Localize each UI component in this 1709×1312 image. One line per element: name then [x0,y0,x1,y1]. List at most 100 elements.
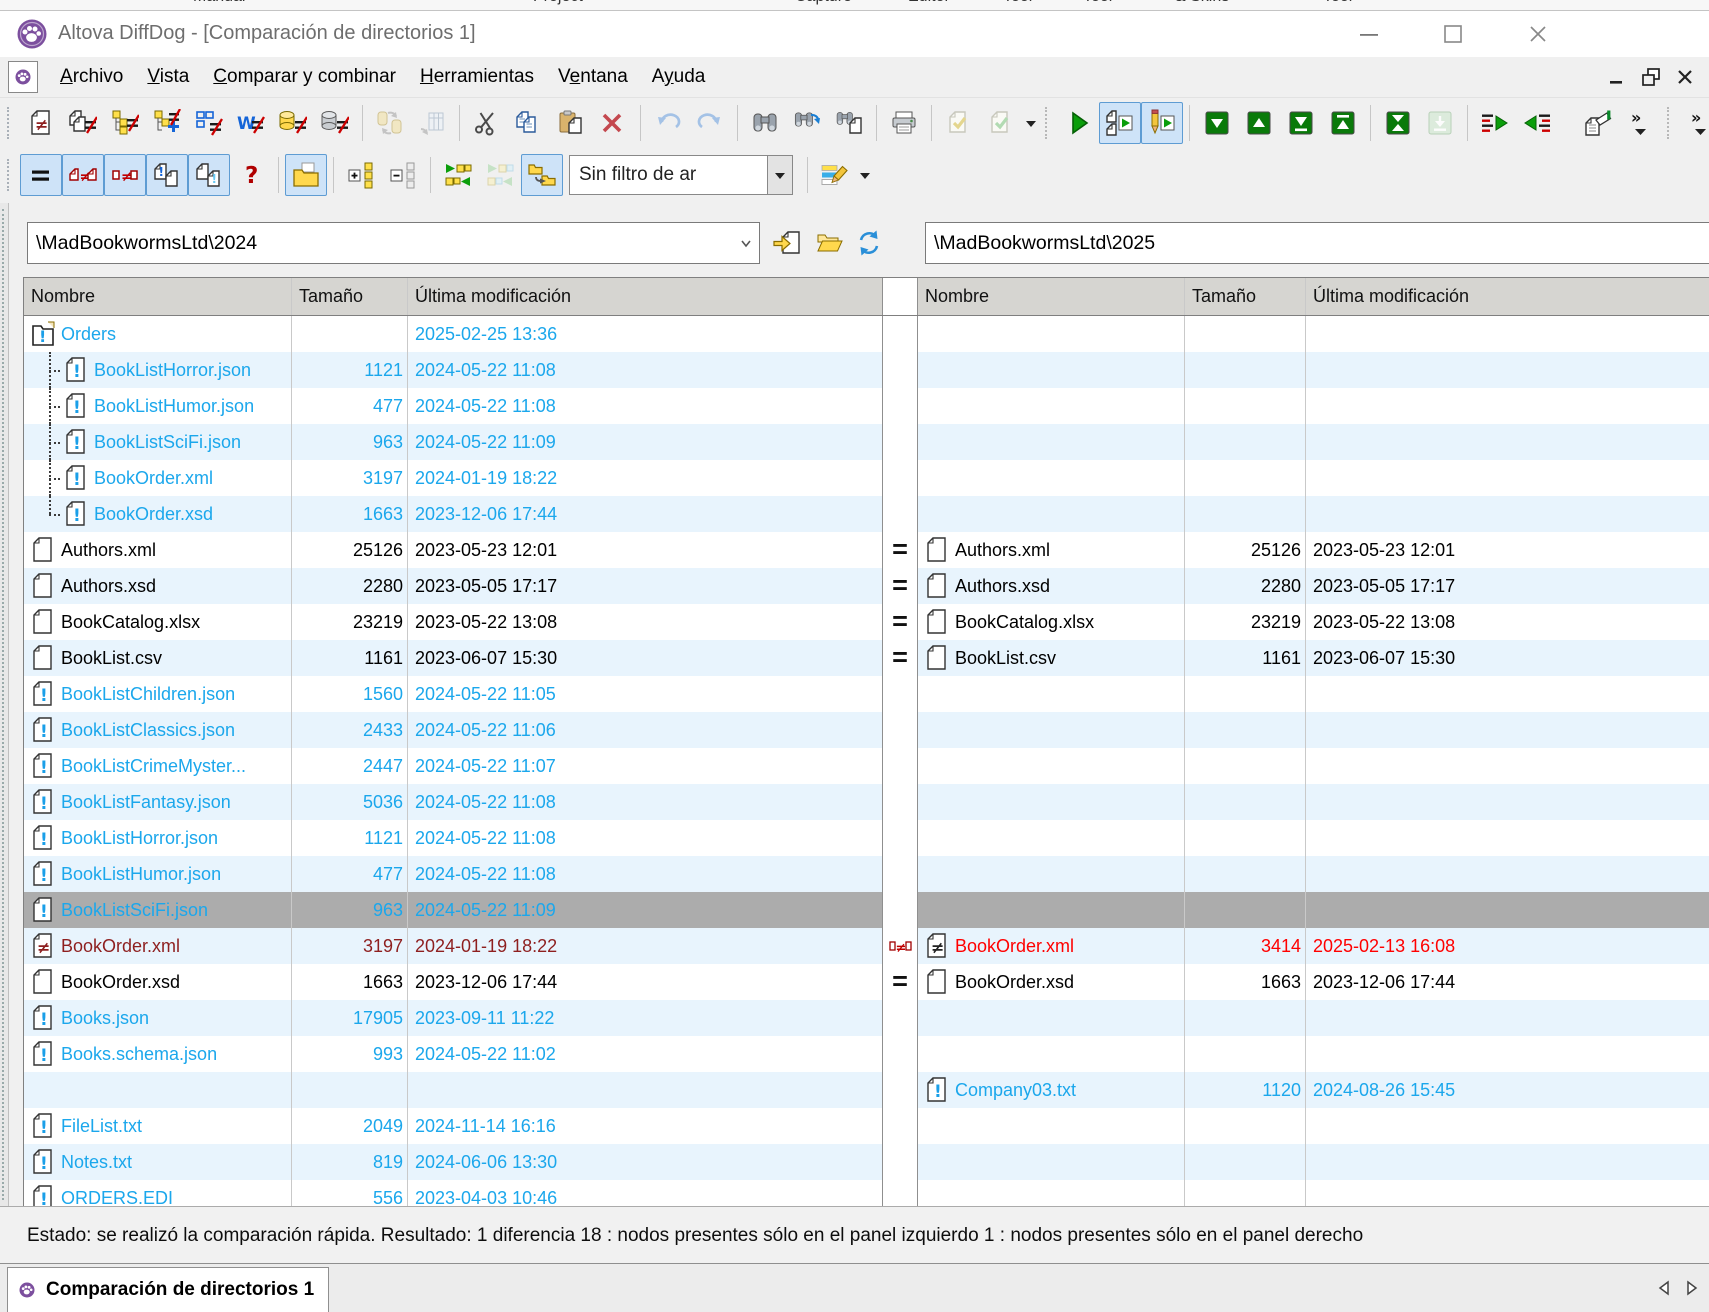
filter-options-dropdown-button[interactable] [856,155,873,195]
table-row[interactable]: !Company03.txt11202024-08-26 15:45 [24,1072,1709,1108]
table-row[interactable]: !BookListFantasy.json50362024-05-22 11:0… [24,784,1709,820]
validate-button[interactable] [938,102,980,144]
edit-file-filter-button[interactable] [814,154,856,196]
toolbar-overflow-button[interactable]: » [1619,102,1661,144]
menu-herramientas[interactable]: Herramientas [408,62,546,92]
table-row[interactable]: !BookListHorror.json11212024-05-22 11:08 [24,820,1709,856]
compare-word-documents-button[interactable]: W [230,102,272,144]
copy-right-to-left-button[interactable] [479,154,521,196]
table-row[interactable]: !BookOrder.xml31972024-01-19 18:22 [24,460,1709,496]
table-row[interactable]: !BookListCrimeMyster...24472024-05-22 11… [24,748,1709,784]
edit-selected-file-button[interactable] [1577,102,1619,144]
window-maximize-button[interactable] [1436,17,1470,51]
left-directory-dropdown-icon[interactable] [733,223,759,263]
redo-button[interactable] [689,102,731,144]
table-row[interactable]: ≠BookOrder.xml31972024-01-19 18:22≠≠Book… [24,928,1709,964]
table-row[interactable]: !BookListHumor.json4772024-05-22 11:08 [24,388,1709,424]
table-row[interactable]: Authors.xml251262023-05-23 12:01=Authors… [24,532,1709,568]
refresh-comparison-button[interactable] [850,223,888,263]
left-header-name[interactable]: Nombre [24,278,292,315]
menu-ayuda[interactable]: Ayuda [640,62,718,92]
last-difference-button[interactable] [1280,102,1322,144]
start-comparison-button[interactable] [1057,102,1099,144]
paste-button[interactable] [550,102,592,144]
synchronize-tables-button[interactable] [411,102,453,144]
synchronize-directories-button[interactable] [369,102,411,144]
window-close-button[interactable] [1521,17,1555,51]
apply-path-button[interactable] [768,223,806,263]
right-header-modified[interactable]: Última modificación [1306,278,1709,315]
table-row[interactable]: !BookListHorror.json11212024-05-22 11:08 [24,352,1709,388]
autostart-comparison-button[interactable] [1099,102,1141,144]
compare-files-button[interactable]: ≠ [20,102,62,144]
file-filter-combobox[interactable]: Sin filtro de ar [569,155,768,195]
table-row[interactable]: BookList.csv11612023-06-07 15:30=BookLis… [24,640,1709,676]
dock-strip[interactable] [0,203,9,1206]
show-not-comparable-button[interactable]: ≠ [104,154,146,196]
compare-database-data-button[interactable] [272,102,314,144]
left-directory-combobox[interactable]: \MadBookwormsLtd\2024 [27,222,760,264]
display-current-difference-button[interactable] [1419,102,1461,144]
table-row[interactable]: !Notes.txt8192024-06-06 13:30 [24,1144,1709,1180]
current-difference-button[interactable] [1377,102,1419,144]
check-well-formed-button[interactable] [980,102,1022,144]
previous-difference-button[interactable] [1238,102,1280,144]
table-row[interactable]: !Books.json179052023-09-11 11:22 [24,1000,1709,1036]
table-row[interactable]: !BookListChildren.json15602024-05-22 11:… [24,676,1709,712]
menu-comparar-y-combinar[interactable]: Comparar y combinar [201,62,408,92]
menu-vista[interactable]: Vista [135,62,201,92]
menu-ventana[interactable]: Ventana [546,62,640,92]
merge-left-to-right-button[interactable] [1474,102,1516,144]
right-directory-combobox[interactable]: \MadBookwormsLtd\2025 [925,222,1709,264]
tab-comparacion-de-directorios-1[interactable]: Comparación de directorios 1 [7,1267,329,1312]
toolbar-drag-handle[interactable] [7,107,13,139]
show-left-only-button[interactable]: ! [146,154,188,196]
right-header-name[interactable]: Nombre [918,278,1185,315]
toolbar-overflow-edge-button[interactable]: » [1679,102,1709,144]
show-equal-button[interactable] [20,154,62,196]
table-row[interactable]: Authors.xsd22802023-05-05 17:17=Authors.… [24,568,1709,604]
table-row-selected[interactable]: !BookListSciFi.json9632024-05-22 11:09 [24,892,1709,928]
next-difference-button[interactable] [1196,102,1238,144]
copy-button[interactable] [508,102,550,144]
table-row[interactable]: BookOrder.xsd16632023-12-06 17:44=BookOr… [24,964,1709,1000]
compare-directories-button[interactable] [104,102,146,144]
print-button[interactable] [883,102,925,144]
include-subdirectories-button[interactable] [285,154,327,196]
delete-button[interactable] [592,102,634,144]
table-row[interactable]: BookCatalog.xlsx232192023-05-22 13:08=Bo… [24,604,1709,640]
compare-open-files-button[interactable] [62,102,104,144]
mdi-restore-button[interactable] [1637,64,1665,90]
cut-button[interactable] [466,102,508,144]
left-header-modified[interactable]: Última modificación [408,278,883,315]
find-next-button[interactable] [786,102,828,144]
mdi-close-button[interactable] [1671,64,1699,90]
show-right-only-button[interactable]: ! [188,154,230,196]
validation-dropdown-button[interactable] [1022,103,1039,143]
expand-all-button[interactable] [340,154,382,196]
table-row[interactable]: !Books.schema.json9932024-05-22 11:02 [24,1036,1709,1072]
table-row[interactable]: !BookListSciFi.json9632024-05-22 11:09 [24,424,1709,460]
window-minimize-button[interactable] [1352,17,1386,51]
find-button[interactable] [744,102,786,144]
browse-folder-button[interactable] [810,223,848,263]
table-row[interactable]: !BookListHumor.json4772024-05-22 11:08 [24,856,1709,892]
compare-while-editing-button[interactable] [1141,102,1183,144]
undo-button[interactable] [647,102,689,144]
first-difference-button[interactable] [1322,102,1364,144]
collapse-all-button[interactable] [382,154,424,196]
table-row[interactable]: !BookListClassics.json24332024-05-22 11:… [24,712,1709,748]
compare-directories-add-button[interactable] [146,102,188,144]
table-row[interactable]: !Orders2025-02-25 13:36 [24,316,1709,352]
left-header-size[interactable]: Tamaño [292,278,408,315]
copy-left-to-right-button[interactable] [437,154,479,196]
show-not-compared-button[interactable]: ? [230,154,272,196]
compare-database-schemas-button[interactable] [314,102,356,144]
menu-archivo[interactable]: Archivo [48,62,135,92]
compare-xml-structure-button[interactable] [188,102,230,144]
right-header-size[interactable]: Tamaño [1185,278,1306,315]
toolbar-drag-handle[interactable] [7,159,13,191]
show-different-button[interactable]: ≠ [62,154,104,196]
find-in-files-button[interactable] [828,102,870,144]
merge-right-to-left-button[interactable] [1516,102,1558,144]
